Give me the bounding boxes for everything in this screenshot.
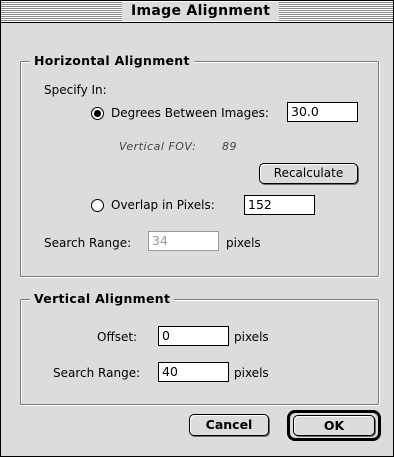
offset-unit: pixels <box>234 330 269 344</box>
degrees-input[interactable]: 30.0 <box>287 102 358 122</box>
horizontal-search-range-label: Search Range: <box>44 236 132 250</box>
overlap-radio[interactable] <box>91 199 104 212</box>
degrees-label[interactable]: Degrees Between Images: <box>111 105 269 121</box>
image-alignment-dialog: Image Alignment Horizontal Alignment Spe… <box>0 0 394 457</box>
title-bar[interactable]: Image Alignment <box>1 1 393 23</box>
vertical-search-range-input[interactable]: 40 <box>158 362 229 382</box>
cancel-button[interactable]: Cancel <box>189 414 269 436</box>
overlap-input[interactable]: 152 <box>244 195 315 215</box>
offset-label: Offset: <box>97 330 138 344</box>
offset-input[interactable]: 0 <box>158 326 229 346</box>
vertical-search-range-unit: pixels <box>234 366 269 380</box>
dialog-title: Image Alignment <box>122 2 280 21</box>
vertical-search-range-label: Search Range: <box>53 366 141 380</box>
vertical-fov-value: 89 <box>222 140 237 153</box>
horizontal-search-range-input[interactable]: 34 <box>148 231 219 251</box>
degrees-radio[interactable] <box>91 107 104 120</box>
horizontal-search-range-unit: pixels <box>226 236 261 250</box>
ok-button[interactable]: OK <box>293 415 375 436</box>
horizontal-alignment-heading: Horizontal Alignment <box>30 53 194 69</box>
vertical-fov-label: Vertical FOV: <box>119 140 197 153</box>
overlap-label[interactable]: Overlap in Pixels: <box>111 197 215 213</box>
specify-in-label: Specify In: <box>44 83 107 97</box>
vertical-alignment-group: Vertical Alignment <box>20 291 379 405</box>
vertical-alignment-heading: Vertical Alignment <box>30 291 175 307</box>
recalculate-button[interactable]: Recalculate <box>259 163 358 184</box>
